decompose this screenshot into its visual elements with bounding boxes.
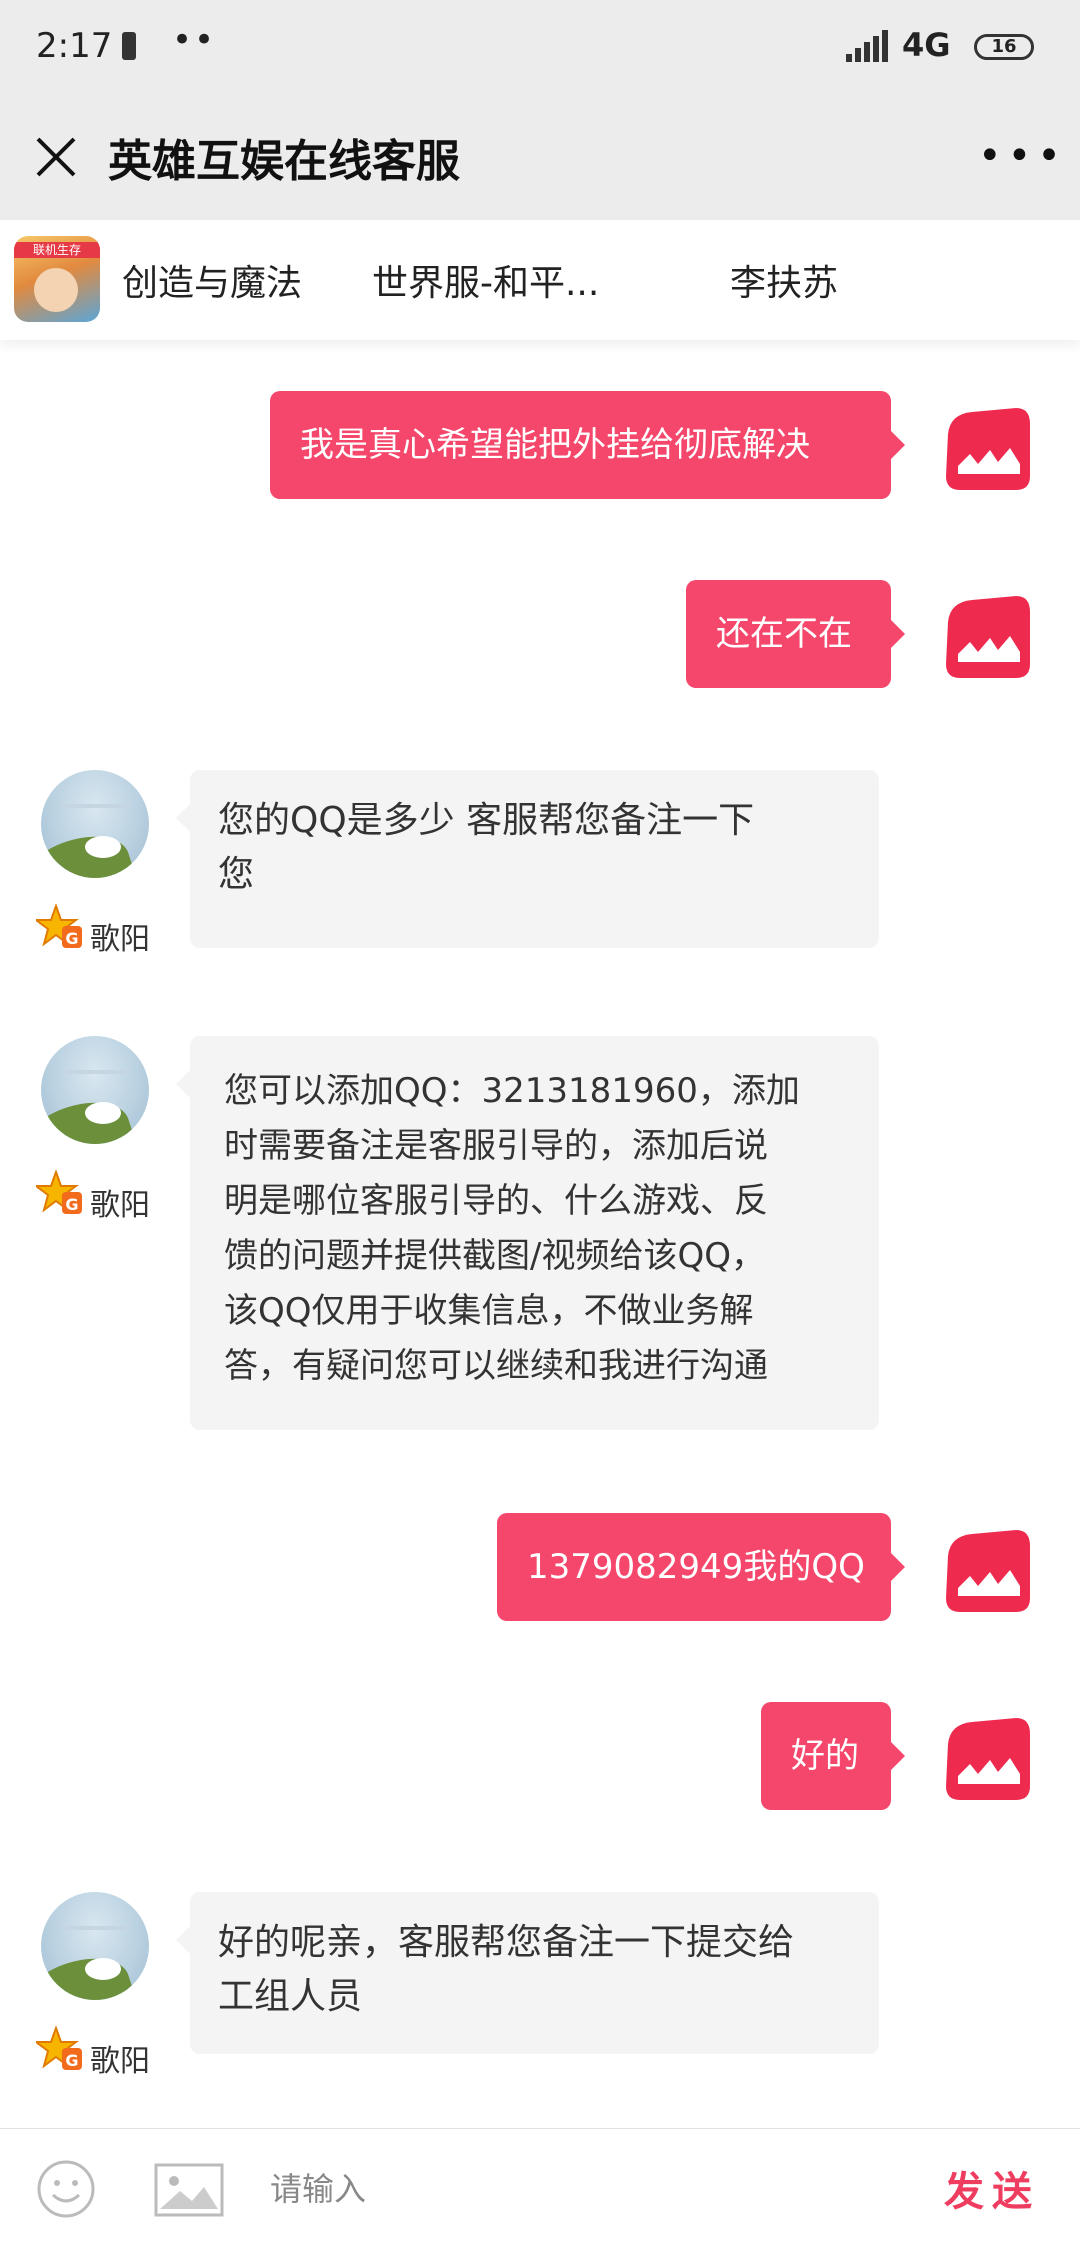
image-icon[interactable] — [154, 2163, 224, 2217]
close-icon[interactable] — [34, 135, 78, 179]
emoji-icon[interactable] — [36, 2159, 96, 2219]
agent-avatar[interactable] — [41, 1892, 149, 2000]
message-line: 明是哪位客服引导的、什么游戏、反 — [224, 1181, 768, 1221]
agent-avatar[interactable] — [41, 1036, 149, 1144]
network-type: 4G — [902, 26, 951, 64]
message-line: 您的QQ是多少 客服帮您备注一下 — [218, 800, 755, 841]
user-avatar-icon — [946, 408, 1030, 490]
more-options-icon[interactable]: ••• — [978, 136, 1067, 176]
message-text: 1379082949我的QQ — [527, 1547, 865, 1587]
game-logo-icon: 联机生存 — [14, 236, 100, 322]
agent-message-bubble: 您可以添加QQ：3213181960，添加 时需要备注是客服引导的，添加后说 明… — [176, 1036, 879, 1430]
send-button[interactable]: 发送 — [944, 2159, 1040, 2217]
message-text: 好的 — [791, 1736, 859, 1776]
message-line: 工组人员 — [218, 1976, 363, 2017]
user-avatar-icon — [946, 1530, 1030, 1612]
battery-icon: 16 — [974, 34, 1034, 60]
agent-message-bubble: 好的呢亲，客服帮您备注一下提交给 工组人员 — [176, 1892, 879, 2054]
user-avatar-icon — [946, 1718, 1030, 1800]
agent-name: 歌阳 — [90, 2044, 150, 2079]
user-message-bubble: 1379082949我的QQ — [497, 1513, 905, 1621]
star-level-icon: G — [36, 2026, 82, 2070]
page-title: 英雄互娱在线客服 — [108, 136, 460, 187]
svg-text:G: G — [65, 929, 78, 948]
game-logo-label: 联机生存 — [14, 242, 100, 258]
user-message-bubble: 还在不在 — [686, 580, 905, 688]
agent-avatar[interactable] — [41, 770, 149, 878]
battery-saver-icon — [122, 32, 136, 60]
server-name[interactable]: 世界服-和平... — [372, 254, 602, 306]
agent-name: 歌阳 — [90, 922, 150, 957]
role-name[interactable]: 李扶苏 — [730, 254, 838, 306]
svg-text:G: G — [65, 1195, 78, 1214]
message-line: 该QQ仅用于收集信息，不做业务解 — [224, 1291, 754, 1331]
star-level-icon: G — [36, 1170, 82, 1214]
message-line: 时需要备注是客服引导的，添加后说 — [224, 1126, 768, 1166]
title-bar: 英雄互娱在线客服 ••• — [0, 95, 1080, 220]
message-line: 答，有疑问您可以继续和我进行沟通 — [224, 1346, 768, 1386]
input-bar: 发送 — [0, 2128, 1080, 2249]
user-message-bubble: 好的 — [761, 1702, 905, 1810]
notification-dots-icon: •• — [172, 20, 217, 60]
message-text: 还在不在 — [716, 614, 852, 654]
svg-text:G: G — [65, 2051, 78, 2070]
message-line: 好的呢亲，客服帮您备注一下提交给 — [218, 1922, 795, 1963]
message-line: 馈的问题并提供截图/视频给该QQ， — [224, 1236, 765, 1276]
signal-icon — [846, 30, 888, 62]
message-input[interactable] — [268, 2153, 872, 2225]
status-time: 2:17 — [36, 26, 113, 66]
star-level-icon: G — [36, 904, 82, 948]
status-bar: 2:17 •• 4G 16 — [0, 0, 1080, 95]
user-message-bubble: 我是真心希望能把外挂给彻底解决 — [270, 391, 905, 499]
game-name[interactable]: 创造与魔法 — [122, 254, 302, 306]
message-line: 您 — [218, 854, 255, 895]
user-avatar-icon — [946, 596, 1030, 678]
agent-message-bubble: 您的QQ是多少 客服帮您备注一下 您 — [176, 770, 879, 948]
message-line: 您可以添加QQ：3213181960，添加 — [224, 1071, 800, 1111]
agent-name: 歌阳 — [90, 1188, 150, 1223]
game-info-bar: 联机生存 创造与魔法 世界服-和平... 李扶苏 — [0, 220, 1080, 340]
message-text: 我是真心希望能把外挂给彻底解决 — [300, 425, 810, 465]
